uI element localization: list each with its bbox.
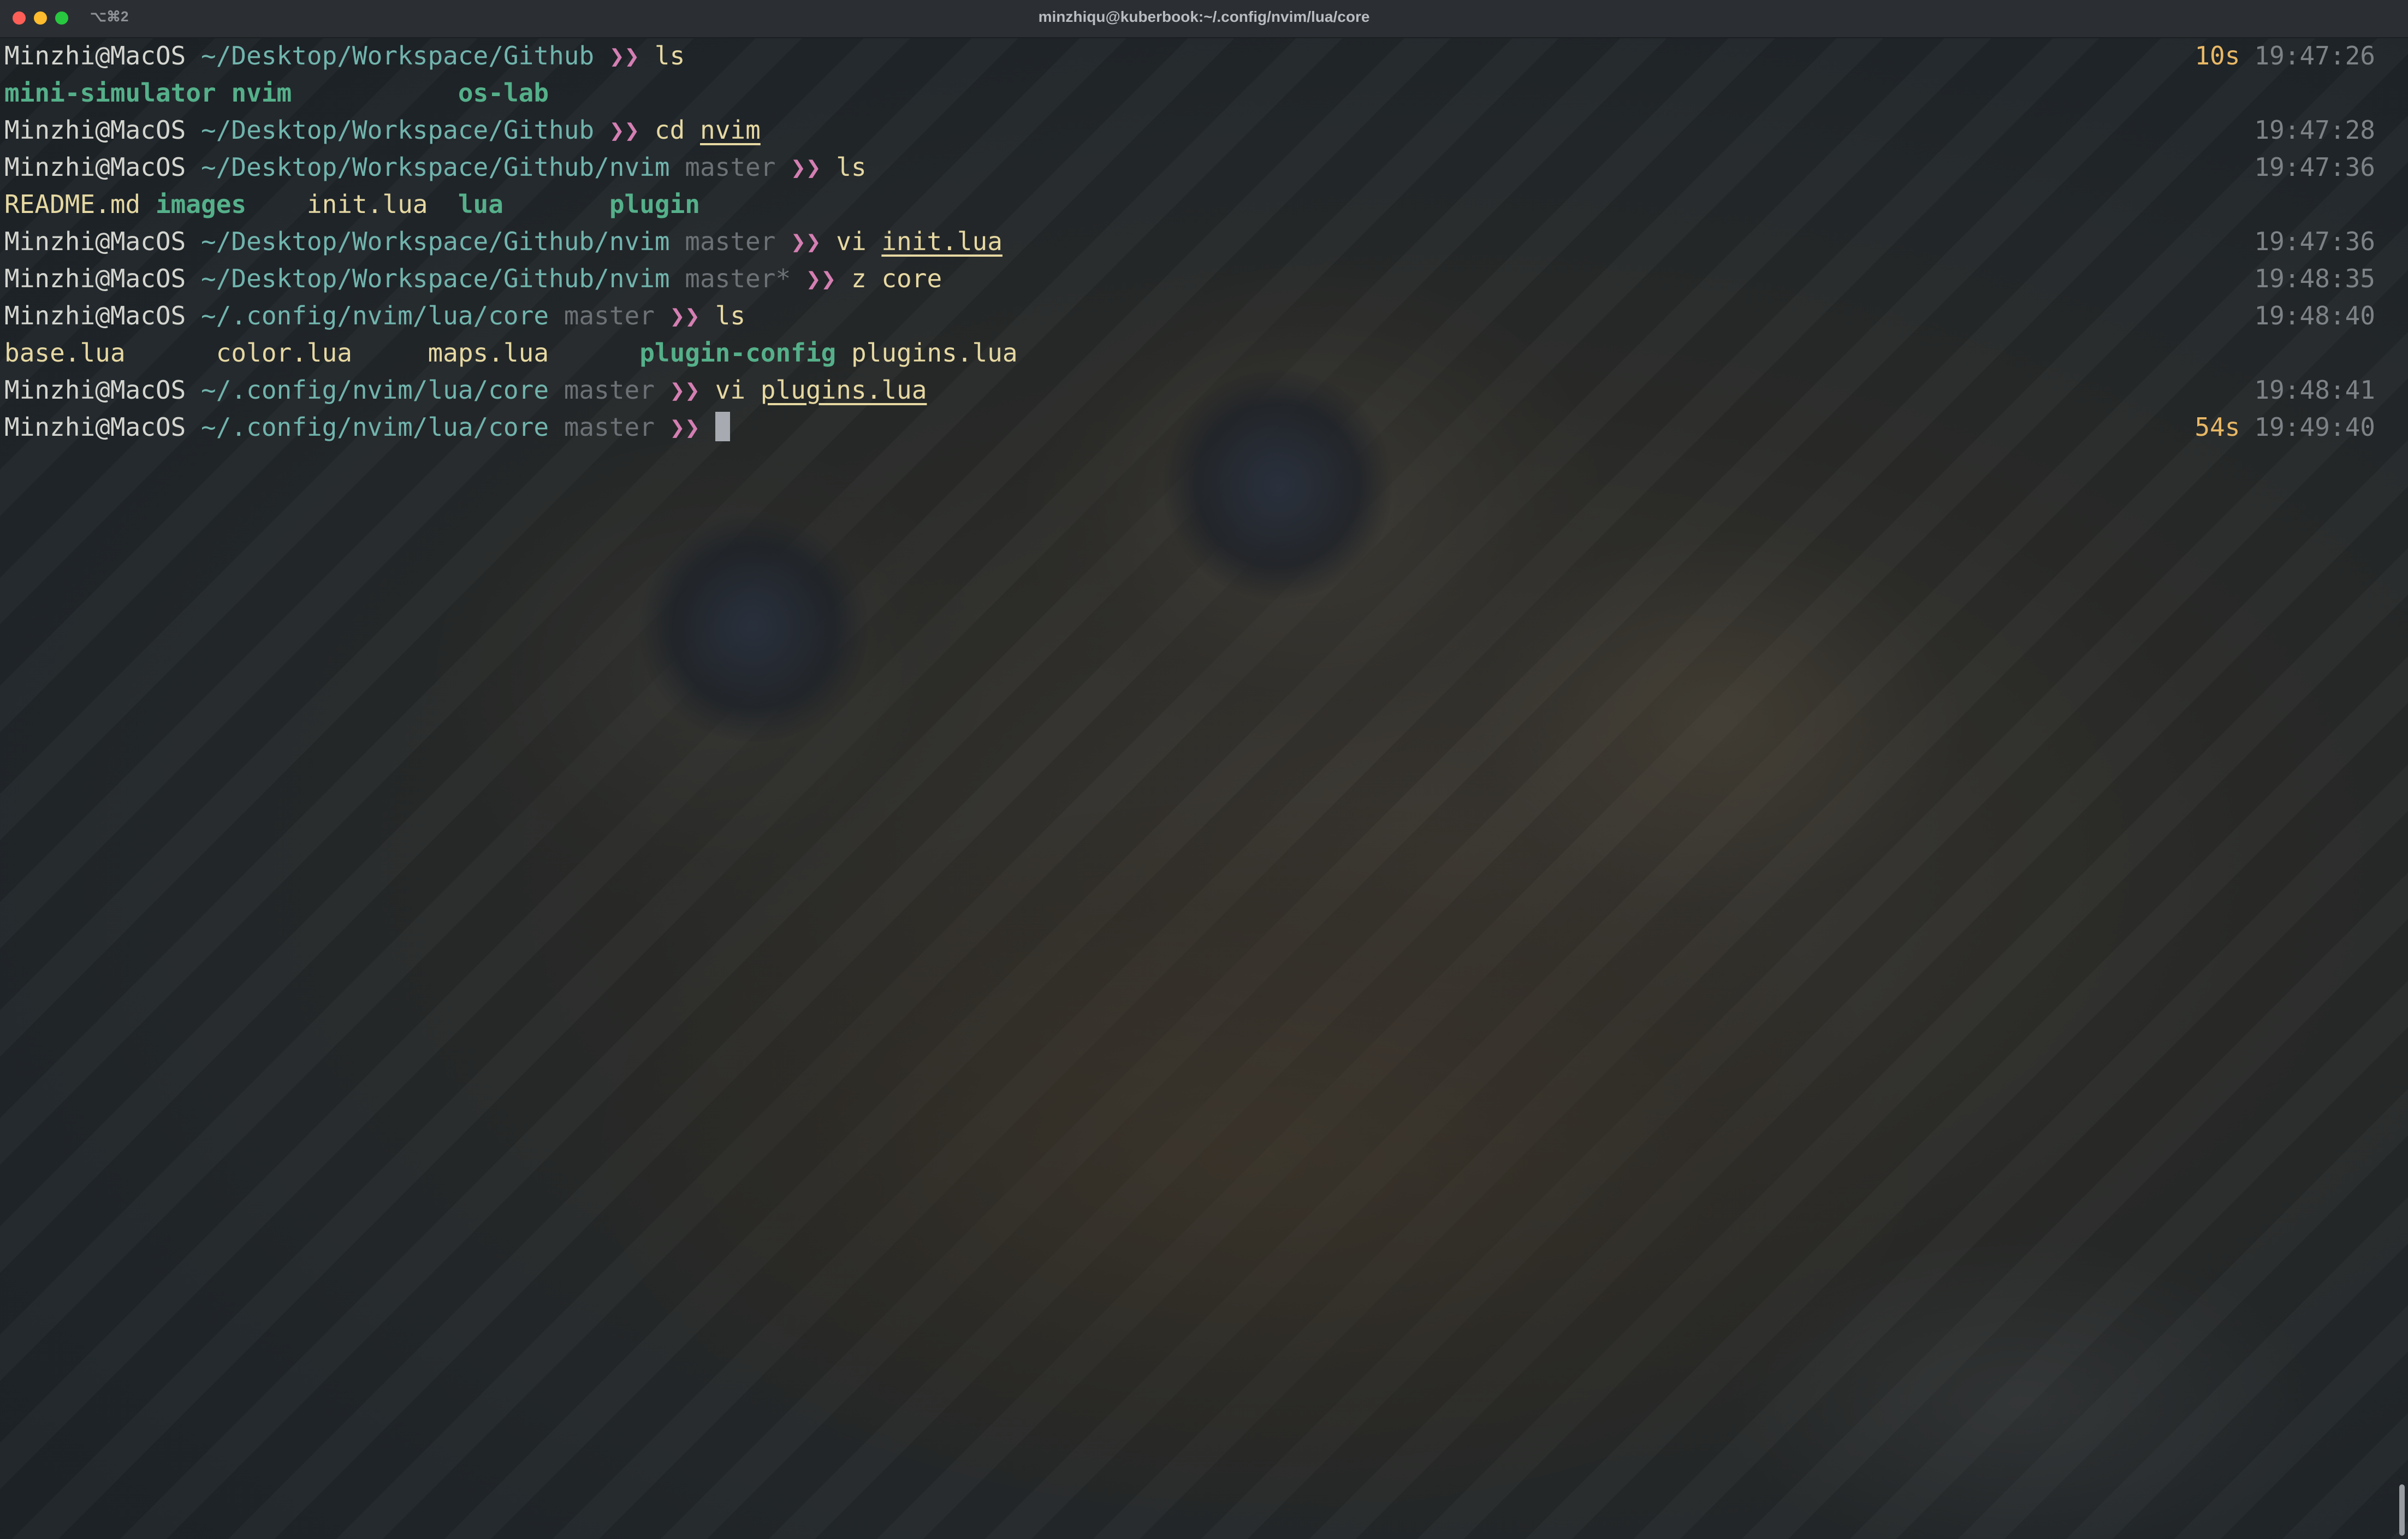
prompt-line: Minzhi@MacOS ~/Desktop/Workspace/Github … xyxy=(4,37,2404,74)
file-entry: color.lua xyxy=(216,338,352,368)
prompt-user: Minzhi@MacOS xyxy=(4,227,186,256)
prompt-line: Minzhi@MacOS ~/Desktop/Workspace/Github … xyxy=(4,111,2404,149)
directory-entry: plugin xyxy=(609,190,700,219)
prompt-path: ~/.config/nvim/lua/core xyxy=(201,301,549,330)
prompt-line: Minzhi@MacOS ~/.config/nvim/lua/core mas… xyxy=(4,409,2404,446)
right-prompt: 19:47:36 xyxy=(2254,149,2375,186)
prompt-user: Minzhi@MacOS xyxy=(4,152,186,182)
prompt-arrow: ❯❯ xyxy=(669,375,700,405)
git-branch: master xyxy=(685,152,776,182)
file-entry: init.lua xyxy=(306,190,428,219)
ls-output-line: README.md images init.lua lua plugin xyxy=(4,186,2404,223)
timestamp: 19:48:41 xyxy=(2254,375,2375,405)
file-entry: base.lua xyxy=(4,338,126,368)
timestamp: 19:47:28 xyxy=(2254,115,2375,145)
prompt-arrow: ❯❯ xyxy=(791,227,821,256)
prompt-line: Minzhi@MacOS ~/Desktop/Workspace/Github/… xyxy=(4,260,2404,297)
prompt-line: Minzhi@MacOS ~/Desktop/Workspace/Github/… xyxy=(4,149,2404,186)
prompt-arrow: ❯❯ xyxy=(609,41,640,70)
right-prompt: 19:48:41 xyxy=(2254,371,2375,409)
command-argument: nvim xyxy=(700,115,761,145)
right-prompt: 19:47:36 xyxy=(2254,223,2375,260)
timestamp: 19:47:26 xyxy=(2254,41,2375,70)
command-duration: 54s xyxy=(2195,412,2240,442)
prompt-arrow: ❯❯ xyxy=(791,152,821,182)
directory-entry: mini-simulator xyxy=(4,78,216,108)
timestamp: 19:48:40 xyxy=(2254,301,2375,330)
command: vi xyxy=(836,227,867,256)
prompt-path: ~/Desktop/Workspace/Github/nvim xyxy=(201,227,670,256)
git-branch: master xyxy=(564,412,655,442)
right-prompt: 10s 19:47:26 xyxy=(2195,37,2375,74)
command: z xyxy=(851,264,867,293)
prompt-user: Minzhi@MacOS xyxy=(4,41,186,70)
file-entry: plugins.lua xyxy=(851,338,1018,368)
terminal-window: ⌥⌘2 minzhiqu@kuberbook:~/.config/nvim/lu… xyxy=(0,0,2408,1539)
directory-entry: os-lab xyxy=(458,78,549,108)
prompt-arrow: ❯❯ xyxy=(669,301,700,330)
prompt-path: ~/.config/nvim/lua/core xyxy=(201,375,549,405)
prompt-arrow: ❯❯ xyxy=(609,115,640,145)
ls-output-line: base.lua color.lua maps.lua plugin-confi… xyxy=(4,334,2404,371)
prompt-path: ~/Desktop/Workspace/Github/nvim xyxy=(201,152,670,182)
timestamp: 19:49:40 xyxy=(2254,412,2375,442)
command-duration: 10s xyxy=(2195,41,2240,70)
prompt-user: Minzhi@MacOS xyxy=(4,412,186,442)
file-entry: README.md xyxy=(4,190,141,219)
directory-entry: images xyxy=(155,190,247,219)
timestamp: 19:48:35 xyxy=(2254,264,2375,293)
prompt-line: Minzhi@MacOS ~/.config/nvim/lua/core mas… xyxy=(4,297,2404,334)
command: cd xyxy=(654,115,685,145)
git-branch: master xyxy=(564,301,655,330)
text-cursor xyxy=(715,412,730,441)
window-title: minzhiqu@kuberbook:~/.config/nvim/lua/co… xyxy=(1038,8,1370,25)
prompt-user: Minzhi@MacOS xyxy=(4,301,186,330)
prompt-path: ~/Desktop/Workspace/Github xyxy=(201,115,595,145)
timestamp: 19:47:36 xyxy=(2254,227,2375,256)
prompt-line: Minzhi@MacOS ~/.config/nvim/lua/core mas… xyxy=(4,371,2404,409)
prompt-path: ~/.config/nvim/lua/core xyxy=(201,412,549,442)
ls-output-line: mini-simulator nvim os-lab xyxy=(4,74,2404,111)
right-prompt: 19:48:40 xyxy=(2254,297,2375,334)
right-prompt: 19:47:28 xyxy=(2254,111,2375,149)
timestamp: 19:47:36 xyxy=(2254,152,2375,182)
prompt-line: Minzhi@MacOS ~/Desktop/Workspace/Github/… xyxy=(4,223,2404,260)
right-prompt: 54s 19:49:40 xyxy=(2195,409,2375,446)
terminal-output[interactable]: Minzhi@MacOS ~/Desktop/Workspace/Github … xyxy=(4,37,2404,446)
directory-entry: plugin-config xyxy=(639,338,837,368)
prompt-arrow: ❯❯ xyxy=(669,412,700,442)
git-branch: master xyxy=(564,375,655,405)
prompt-user: Minzhi@MacOS xyxy=(4,115,186,145)
directory-entry: lua xyxy=(458,190,503,219)
prompt-path: ~/Desktop/Workspace/Github/nvim xyxy=(201,264,670,293)
command-argument: plugins.lua xyxy=(760,375,927,405)
directory-entry: nvim xyxy=(231,78,292,108)
title-bar: ⌥⌘2 minzhiqu@kuberbook:~/.config/nvim/lu… xyxy=(0,0,2408,38)
command-argument: core xyxy=(881,264,942,293)
command: ls xyxy=(836,152,867,182)
file-entry: maps.lua xyxy=(428,338,549,368)
scrollbar-thumb[interactable] xyxy=(2399,1484,2405,1536)
prompt-user: Minzhi@MacOS xyxy=(4,264,186,293)
right-prompt: 19:48:35 xyxy=(2254,260,2375,297)
prompt-user: Minzhi@MacOS xyxy=(4,375,186,405)
command: ls xyxy=(715,301,746,330)
git-branch: master* xyxy=(685,264,791,293)
prompt-arrow: ❯❯ xyxy=(805,264,837,293)
command-argument: init.lua xyxy=(881,227,1003,256)
command: vi xyxy=(715,375,746,405)
git-branch: master xyxy=(685,227,776,256)
command: ls xyxy=(654,41,685,70)
prompt-path: ~/Desktop/Workspace/Github xyxy=(201,41,595,70)
